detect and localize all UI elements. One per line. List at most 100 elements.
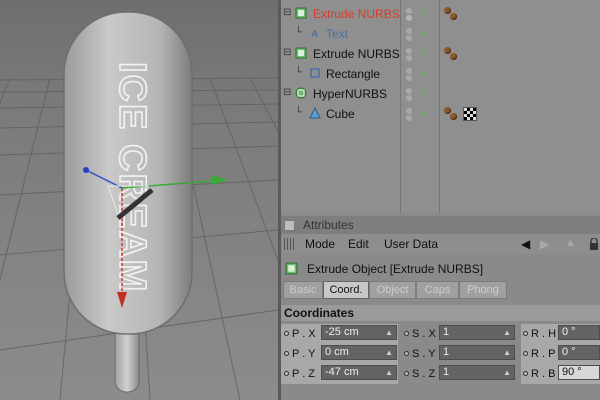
- material-tag-icon[interactable]: [450, 53, 457, 60]
- object-row-cube[interactable]: └ Cube ✓: [281, 104, 600, 124]
- attributes-menubar: Mode Edit User Data ◀ ▶ ▲: [281, 234, 600, 254]
- enabled-check-icon[interactable]: ✓: [420, 26, 429, 39]
- stepper-icon: ▲: [385, 348, 393, 357]
- menu-edit[interactable]: Edit: [348, 237, 369, 251]
- extrude-nurbs-icon: [285, 262, 298, 275]
- forward-arrow-icon[interactable]: ▶: [540, 237, 549, 251]
- label-sz: S . Z: [412, 368, 436, 380]
- tree-branch: └: [295, 107, 303, 118]
- material-tag-icon[interactable]: [444, 107, 451, 114]
- text-spline-icon: A: [311, 29, 318, 39]
- tab-caps[interactable]: Caps: [416, 281, 459, 299]
- grip-icon[interactable]: [284, 238, 294, 250]
- object-name[interactable]: Extrude NURBS: [313, 7, 400, 21]
- attributes-title: Attributes: [303, 218, 354, 232]
- stepper-icon: ▲: [385, 368, 393, 377]
- keyframe-dot-py[interactable]: [284, 351, 289, 356]
- keyframe-dot-px[interactable]: [284, 331, 289, 336]
- back-arrow-icon[interactable]: ◀: [521, 237, 530, 251]
- tree-branch: └: [295, 67, 303, 78]
- material-tag-icon[interactable]: [450, 13, 457, 20]
- enabled-check-icon[interactable]: ✓: [420, 6, 429, 19]
- enabled-check-icon[interactable]: ✓: [420, 66, 429, 79]
- collapse-toggle-icon[interactable]: ⊟: [283, 7, 291, 18]
- object-name[interactable]: Extrude NURBS: [313, 47, 400, 61]
- object-name[interactable]: HyperNURBS: [313, 87, 387, 101]
- attributes-manager: Attributes Mode Edit User Data ◀ ▶ ▲ Ext…: [281, 213, 600, 400]
- keyframe-dot-rp[interactable]: [523, 351, 528, 356]
- keyframe-dot-rb[interactable]: [523, 371, 528, 376]
- render-visibility-dot[interactable]: [406, 35, 412, 41]
- field-rb[interactable]: 90 °: [558, 365, 600, 380]
- material-tag-icon[interactable]: [450, 113, 457, 120]
- label-rh: R . H: [531, 328, 557, 340]
- tab-object[interactable]: Object: [369, 281, 416, 299]
- object-name[interactable]: Cube: [326, 107, 355, 121]
- svg-text:CREAM: CREAM: [111, 144, 153, 293]
- field-sx[interactable]: 1 ▲: [439, 325, 515, 340]
- tree-branch: └: [295, 27, 303, 38]
- field-pz[interactable]: -47 cm ▲: [321, 365, 397, 380]
- up-arrow-icon[interactable]: ▲: [565, 237, 576, 249]
- editor-visibility-dot[interactable]: [406, 88, 412, 94]
- object-row-rectangle[interactable]: └ Rectangle ✓: [281, 64, 600, 84]
- tab-phong[interactable]: Phong: [459, 281, 507, 299]
- object-name[interactable]: Rectangle: [326, 67, 380, 81]
- object-row-text[interactable]: └ A Text ✓: [281, 24, 600, 44]
- collapse-toggle-icon[interactable]: ⊟: [283, 87, 291, 98]
- keyframe-dot-pz[interactable]: [284, 371, 289, 376]
- label-rb: R . B: [531, 368, 556, 380]
- stepper-icon: ▲: [503, 348, 511, 357]
- menu-mode[interactable]: Mode: [305, 237, 335, 251]
- render-visibility-dot[interactable]: [406, 75, 412, 81]
- param-row-x: P . X -25 cm ▲ S . X 1 ▲ R . H 0 °: [281, 324, 600, 344]
- lock-icon[interactable]: [589, 238, 599, 250]
- panel-menu-icon[interactable]: [284, 220, 295, 231]
- enabled-check-icon[interactable]: ✓: [420, 106, 429, 119]
- keyframe-dot-sx[interactable]: [404, 331, 409, 336]
- editor-visibility-dot[interactable]: [406, 108, 412, 114]
- material-tag-icon[interactable]: [444, 7, 451, 14]
- render-visibility-dot[interactable]: [406, 15, 412, 21]
- field-px[interactable]: -25 cm ▲: [321, 325, 397, 340]
- keyframe-dot-rh[interactable]: [523, 331, 528, 336]
- texture-tag-icon[interactable]: [463, 107, 477, 121]
- field-rp[interactable]: 0 °: [558, 345, 600, 360]
- editor-visibility-dot[interactable]: [406, 8, 412, 14]
- editor-visibility-dot[interactable]: [406, 48, 412, 54]
- field-rh[interactable]: 0 °: [558, 325, 600, 340]
- field-sy[interactable]: 1 ▲: [439, 345, 515, 360]
- tab-coord[interactable]: Coord.: [323, 281, 369, 299]
- stepper-icon: ▲: [503, 368, 511, 377]
- menu-user-data[interactable]: User Data: [384, 237, 438, 251]
- keyframe-dot-sz[interactable]: [404, 371, 409, 376]
- render-visibility-dot[interactable]: [406, 95, 412, 101]
- render-visibility-dot[interactable]: [406, 115, 412, 121]
- attributes-header: Attributes: [281, 216, 600, 234]
- editor-visibility-dot[interactable]: [406, 28, 412, 34]
- field-sz[interactable]: 1 ▲: [439, 365, 515, 380]
- param-row-y: P . Y 0 cm ▲ S . Y 1 ▲ R . P 0 °: [281, 344, 600, 364]
- object-manager: ⊟ Extrude NURBS ✓ └ A Text ✓ ⊟ Extrude N…: [281, 0, 600, 213]
- label-py: P . Y: [292, 348, 316, 360]
- object-row-hypernurbs[interactable]: ⊟ HyperNURBS ✓: [281, 84, 600, 104]
- svg-text:A: A: [311, 29, 318, 39]
- label-sx: S . X: [412, 328, 436, 340]
- param-row-z: P . Z -47 cm ▲ S . Z 1 ▲ R . B 90 °: [281, 364, 600, 384]
- object-name[interactable]: Text: [326, 27, 348, 41]
- material-tag-icon[interactable]: [444, 47, 451, 54]
- enabled-check-icon[interactable]: ✓: [420, 46, 429, 59]
- stepper-icon: ▲: [503, 328, 511, 337]
- render-visibility-dot[interactable]: [406, 55, 412, 61]
- 3d-viewport[interactable]: ICE CREAM: [0, 0, 278, 400]
- tab-basic[interactable]: Basic: [283, 281, 323, 299]
- label-pz: P . Z: [292, 368, 316, 380]
- keyframe-dot-sy[interactable]: [404, 351, 409, 356]
- editor-visibility-dot[interactable]: [406, 68, 412, 74]
- object-row-extrude-nurbs-2[interactable]: ⊟ Extrude NURBS ✓: [281, 44, 600, 64]
- enabled-check-icon[interactable]: ✓: [420, 86, 429, 99]
- object-row-extrude-nurbs-1[interactable]: ⊟ Extrude NURBS ✓: [281, 4, 600, 24]
- ice-cream-text: ICE CREAM: [110, 61, 154, 294]
- field-py[interactable]: 0 cm ▲: [321, 345, 397, 360]
- collapse-toggle-icon[interactable]: ⊟: [283, 47, 291, 58]
